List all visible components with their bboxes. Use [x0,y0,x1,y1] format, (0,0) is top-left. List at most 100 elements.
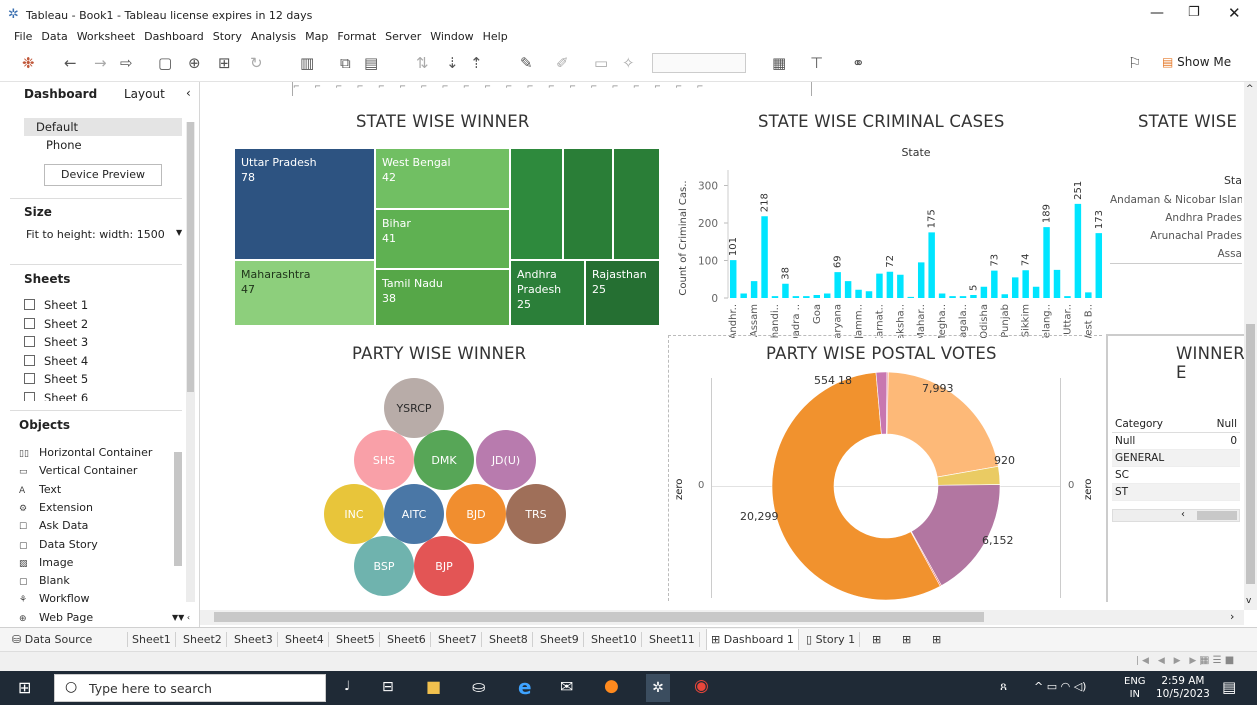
party-bubble[interactable]: BJD [446,484,506,544]
tab-dashboard-1[interactable]: ⊞ Dashboard 1 [706,629,799,650]
object-workflow[interactable]: ⚘ Workflow [19,592,90,605]
menu-help[interactable]: Help [483,30,508,43]
menu-analysis[interactable]: Analysis [251,30,296,43]
tab-sheet2[interactable]: Sheet2 [179,632,227,647]
hscroll-right-icon[interactable]: › [1230,610,1234,623]
microphone-icon[interactable]: ♩ [344,679,350,694]
highlight-icon[interactable]: ✎ [520,54,533,72]
scroll-down-icon[interactable]: v [1246,596,1251,606]
new-datasource-icon[interactable]: ⊕ [188,54,201,72]
restore-icon[interactable]: ❐ [1188,5,1200,20]
tab-sheet6[interactable]: Sheet6 [383,632,431,647]
chrome-icon[interactable]: ◉ [694,676,709,696]
state-list-item[interactable]: Arunachal Prades [1110,227,1242,245]
party-bubble[interactable]: INC [324,484,384,544]
task-view-icon[interactable]: ⊟ [382,679,394,695]
sheet-list-item[interactable]: Sheet 6 [24,391,88,401]
tab-data-source[interactable]: ⛁ Data Source [8,632,128,647]
sheet-list-item[interactable]: Sheet 1 [24,298,88,312]
menu-format[interactable]: Format [337,30,376,43]
tab-layout[interactable]: Layout [124,87,165,101]
table-row[interactable]: GENERAL [1112,450,1240,467]
sort-desc-icon[interactable]: ⇡ [470,54,483,72]
object-data-story[interactable]: ▢ Data Story [19,538,98,551]
refresh-icon[interactable]: ↻ [250,54,263,72]
table-row[interactable]: Null 0 [1112,433,1240,450]
object-web-page[interactable]: ⊕ Web Page [19,611,93,624]
menu-server[interactable]: Server [385,30,421,43]
winners-hscroll-thumb[interactable] [1197,511,1237,520]
connect-icon[interactable]: ⇨ [120,54,133,72]
object-text[interactable]: A Text [19,483,61,496]
store-icon[interactable]: ⛀ [472,677,485,696]
menu-worksheet[interactable]: Worksheet [77,30,135,43]
objects-scroll-thumb[interactable] [174,452,182,566]
group-icon[interactable]: ✐ [556,54,569,72]
party-bubble[interactable]: AITC [384,484,444,544]
tab-sheet1[interactable]: Sheet1 [128,632,176,647]
collapse-icon[interactable]: ‹ [186,86,191,100]
treemap-cell[interactable] [510,148,563,260]
clock[interactable]: 2:59 AM 10/5/2023 [1156,675,1210,701]
save-icon[interactable]: ▢ [158,54,172,72]
edge-icon[interactable]: e [518,675,532,699]
share-icon[interactable]: ⚭ [852,54,865,72]
menu-window[interactable]: Window [430,30,473,43]
object-ask-data[interactable]: ☐ Ask Data [19,519,88,532]
treemap-cell[interactable]: West Bengal 42 [375,148,510,209]
treemap-cell[interactable]: Andhra Pradesh 25 [510,260,585,326]
canvas-vscroll-thumb[interactable] [1246,324,1255,584]
party-bubble[interactable]: SHS [354,430,414,490]
tableau-taskbar-icon[interactable]: ✲ [646,674,670,702]
swap-icon[interactable]: ⇅ [416,54,429,72]
pin-icon[interactable]: ✧ [622,54,635,72]
tab-sheet4[interactable]: Sheet4 [281,632,329,647]
treemap-cell[interactable]: Rajasthan 25 [585,260,660,326]
file-explorer-icon[interactable]: ■ [426,677,441,696]
mail-icon[interactable]: ✉ [560,677,573,696]
treemap-cell[interactable] [613,148,660,260]
view-mode-icon[interactable]: ▦ ☰ ■ [1200,655,1234,666]
treemap-cell[interactable]: Bihar 41 [375,209,510,269]
tab-sheet10[interactable]: Sheet10 [587,632,642,647]
party-bubble[interactable]: BJP [414,536,474,596]
object-horizontal-container[interactable]: ▯▯ Horizontal Container [19,446,152,459]
firefox-icon[interactable]: ● [604,676,619,696]
table-row[interactable]: SC [1112,467,1240,484]
sheet-nav-icon[interactable]: |◀ ◀ ▶ ▶| [1136,656,1205,666]
object-image[interactable]: ▨ Image [19,556,73,569]
scroll-up-icon[interactable]: ^ [1246,84,1254,94]
menu-map[interactable]: Map [305,30,328,43]
party-bubble[interactable]: JD(U) [476,430,536,490]
state-list-item[interactable]: Assa [1110,245,1242,263]
treemap-cell[interactable]: Uttar Pradesh 78 [234,148,375,260]
winners-hscroll[interactable]: ‹ [1112,509,1240,522]
table-row[interactable]: ST [1112,484,1240,501]
sort-asc-icon[interactable]: ⇣ [446,54,459,72]
back-icon[interactable]: ← [64,54,77,72]
label-icon[interactable]: ▭ [594,54,608,72]
tab-sheet3[interactable]: Sheet3 [230,632,278,647]
object-extension[interactable]: ⚙ Extension [19,501,93,514]
sheets-scroll-thumb[interactable] [187,122,194,392]
sheet-list-item[interactable]: Sheet 3 [24,335,88,349]
windows-start-icon[interactable]: ⊞ [18,678,31,697]
canvas-hscroll-thumb[interactable] [214,612,984,622]
object-blank[interactable]: ▢ Blank [19,574,70,587]
cards-icon[interactable]: ▦ [772,54,786,72]
tab-sheet7[interactable]: Sheet7 [434,632,482,647]
party-bubble[interactable]: BSP [354,536,414,596]
device-phone[interactable]: Phone [46,138,82,152]
party-bubble[interactable]: YSRCP [384,378,444,438]
tab-sheet5[interactable]: Sheet5 [332,632,380,647]
state-list-item[interactable]: Andhra Prades [1110,209,1242,227]
party-bubble[interactable]: DMK [414,430,474,490]
size-dropdown-icon[interactable]: ▼ [176,228,182,237]
fit-select[interactable] [652,53,746,73]
close-icon[interactable]: ✕ [1228,4,1241,22]
treemap-cell[interactable]: Tamil Nadu 38 [375,269,510,326]
device-preview-button[interactable]: Device Preview [44,164,162,186]
menu-dashboard[interactable]: Dashboard [144,30,204,43]
new-worksheet-tab-icon[interactable]: ⊞ [868,632,885,647]
clear-icon[interactable]: ▤ [364,54,378,72]
